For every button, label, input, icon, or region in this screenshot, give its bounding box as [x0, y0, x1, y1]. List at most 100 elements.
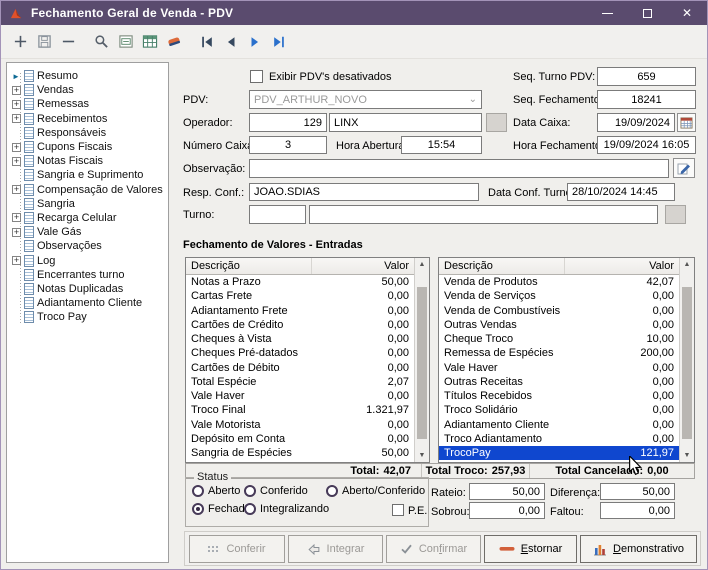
sidebar-item[interactable]: ►Resumo: [7, 69, 168, 83]
turno-description-field[interactable]: [309, 205, 658, 224]
sidebar-item[interactable]: Notas Duplicadas: [7, 282, 168, 296]
nav-next-icon[interactable]: [246, 33, 263, 50]
scrollbar-thumb[interactable]: [417, 287, 427, 439]
data-caixa-field[interactable]: 19/09/2024: [597, 113, 675, 132]
table-row[interactable]: Cartas Frete0,00: [186, 289, 414, 303]
eraser-icon[interactable]: [165, 33, 182, 50]
sidebar-item[interactable]: Adiantamento Cliente: [7, 296, 168, 310]
column-header-descricao[interactable]: Descrição: [186, 258, 312, 274]
table-row[interactable]: Vale Haver0,00: [439, 361, 679, 375]
table-row[interactable]: Venda de Produtos42,07: [439, 275, 679, 289]
maximize-button[interactable]: [627, 1, 667, 25]
table-row[interactable]: Venda de Combustíveis0,00: [439, 304, 679, 318]
expand-plus-icon[interactable]: +: [12, 157, 21, 166]
table-row[interactable]: Troco Final1.321,97: [186, 403, 414, 417]
table-row[interactable]: Adiantamento Frete0,00: [186, 304, 414, 318]
estornar-button[interactable]: Estornar: [484, 535, 577, 563]
minimize-button[interactable]: [587, 1, 627, 25]
turno-lookup-button[interactable]: [665, 205, 686, 224]
expand-plus-icon[interactable]: +: [12, 114, 21, 123]
sidebar-item[interactable]: Sangria: [7, 197, 168, 211]
table-row[interactable]: Cheques à Vista0,00: [186, 332, 414, 346]
confirmar-button[interactable]: Confirmar: [386, 535, 481, 563]
save-icon[interactable]: [36, 33, 53, 50]
turno-code-field[interactable]: [249, 205, 306, 224]
expand-plus-icon[interactable]: +: [12, 256, 21, 265]
rateio-field[interactable]: 50,00: [469, 483, 545, 500]
nav-last-icon[interactable]: [270, 33, 287, 50]
pe-checkbox[interactable]: [392, 504, 404, 516]
table-row[interactable]: Cheque Troco10,00: [439, 332, 679, 346]
table-row[interactable]: Troco Solidário0,00: [439, 403, 679, 417]
edit-observacao-button[interactable]: [673, 158, 695, 178]
table-row[interactable]: Adiantamento Cliente0,00: [439, 418, 679, 432]
table-row[interactable]: Cartões de Débito0,00: [186, 361, 414, 375]
table-row[interactable]: Total Espécie2,07: [186, 375, 414, 389]
seq-turno-field[interactable]: 659: [597, 67, 696, 86]
table-row[interactable]: Vale Motorista0,00: [186, 418, 414, 432]
scrollbar-thumb[interactable]: [682, 287, 692, 439]
table-row[interactable]: Troco Adiantamento0,00: [439, 432, 679, 446]
status-radio-conferido[interactable]: Conferido: [244, 485, 308, 497]
nav-prev-icon[interactable]: [222, 33, 239, 50]
conferir-button[interactable]: Conferir: [189, 535, 285, 563]
sobrou-field[interactable]: 0,00: [469, 502, 545, 519]
observacao-field[interactable]: [249, 159, 669, 178]
sidebar-item[interactable]: Sangria e Suprimento: [7, 168, 168, 182]
remove-icon[interactable]: [60, 33, 77, 50]
pdv-select[interactable]: PDV_ARTHUR_NOVO ⌄: [249, 90, 482, 109]
demonstrativo-button[interactable]: Demonstrativo: [580, 535, 697, 563]
operador-name-field[interactable]: LINX: [329, 113, 482, 132]
report-icon[interactable]: [117, 33, 134, 50]
search-icon[interactable]: [93, 33, 110, 50]
table-row[interactable]: Outras Vendas0,00: [439, 318, 679, 332]
sidebar-item[interactable]: Responsáveis: [7, 126, 168, 140]
right-table-scrollbar[interactable]: ▲ ▼: [679, 258, 694, 462]
expand-plus-icon[interactable]: +: [12, 213, 21, 222]
hora-abertura-field[interactable]: 15:54: [401, 136, 482, 154]
expand-plus-icon[interactable]: +: [12, 228, 21, 237]
expand-plus-icon[interactable]: +: [12, 86, 21, 95]
left-table-scrollbar[interactable]: ▲ ▼: [414, 258, 429, 462]
status-radio-integralizando[interactable]: Integralizando: [244, 503, 329, 515]
sidebar-item[interactable]: +Cupons Fiscais: [7, 140, 168, 154]
status-radio-aberto[interactable]: Aberto: [192, 485, 240, 497]
table-row[interactable]: Títulos Recebidos0,00: [439, 389, 679, 403]
faltou-field[interactable]: 0,00: [600, 502, 675, 519]
table-row[interactable]: Outras Receitas0,00: [439, 375, 679, 389]
column-header-descricao[interactable]: Descrição: [439, 258, 565, 274]
sidebar-item[interactable]: +Remessas: [7, 97, 168, 111]
table-row[interactable]: Notas a Prazo50,00: [186, 275, 414, 289]
sidebar-item[interactable]: +Compensação de Valores: [7, 183, 168, 197]
expand-plus-icon[interactable]: +: [12, 100, 21, 109]
expand-plus-icon[interactable]: +: [12, 143, 21, 152]
add-icon[interactable]: [12, 33, 29, 50]
scroll-up-icon[interactable]: ▲: [415, 258, 429, 271]
sidebar-item[interactable]: +Recebimentos: [7, 112, 168, 126]
table-row[interactable]: Cheques Pré-datados0,00: [186, 346, 414, 360]
sidebar-item[interactable]: Troco Pay: [7, 310, 168, 324]
diferenca-field[interactable]: 50,00: [600, 483, 675, 500]
hora-fechamento-field[interactable]: 19/09/2024 16:05: [597, 136, 696, 154]
sidebar-item[interactable]: +Vendas: [7, 83, 168, 97]
operador-code-field[interactable]: 129: [249, 113, 327, 132]
seq-fechamento-field[interactable]: 18241: [597, 90, 696, 109]
show-disabled-pdv-checkbox[interactable]: [250, 70, 263, 83]
operador-lookup-button[interactable]: [486, 113, 507, 132]
status-radio-aberto-conferido[interactable]: Aberto/Conferido: [326, 485, 425, 497]
table-row[interactable]: Cartões de Crédito0,00: [186, 318, 414, 332]
grid-icon[interactable]: [141, 33, 158, 50]
table-row[interactable]: Venda de Serviços0,00: [439, 289, 679, 303]
table-row[interactable]: Sangria de Espécies50,00: [186, 446, 414, 460]
sidebar-item[interactable]: Observações: [7, 239, 168, 253]
table-row[interactable]: Vale Haver0,00: [186, 389, 414, 403]
calendar-button[interactable]: [677, 113, 696, 132]
column-header-valor[interactable]: Valor: [565, 258, 679, 274]
integrar-button[interactable]: Integrar: [288, 535, 383, 563]
column-header-valor[interactable]: Valor: [312, 258, 414, 274]
close-button[interactable]: ✕: [667, 1, 707, 25]
resp-conf-field[interactable]: JOAO.SDIAS: [249, 183, 479, 201]
scroll-down-icon[interactable]: ▼: [415, 449, 429, 462]
scroll-up-icon[interactable]: ▲: [680, 258, 694, 271]
table-row[interactable]: Depósito em Conta0,00: [186, 432, 414, 446]
